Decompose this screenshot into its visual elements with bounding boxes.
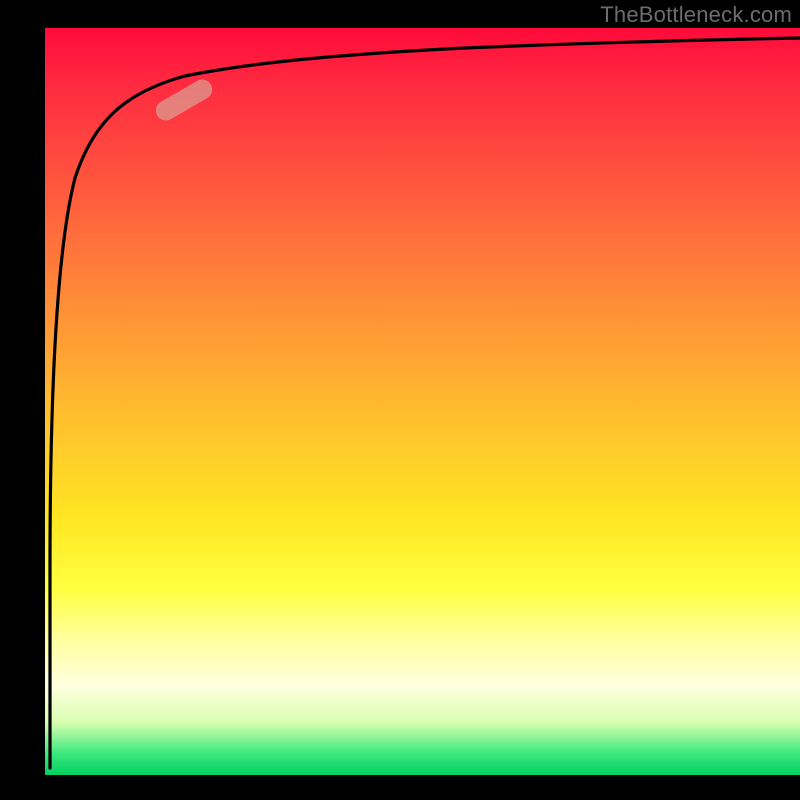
bottleneck-curve-svg — [45, 28, 800, 775]
bottleneck-curve-path — [50, 38, 800, 768]
watermark-text: TheBottleneck.com — [600, 2, 792, 28]
